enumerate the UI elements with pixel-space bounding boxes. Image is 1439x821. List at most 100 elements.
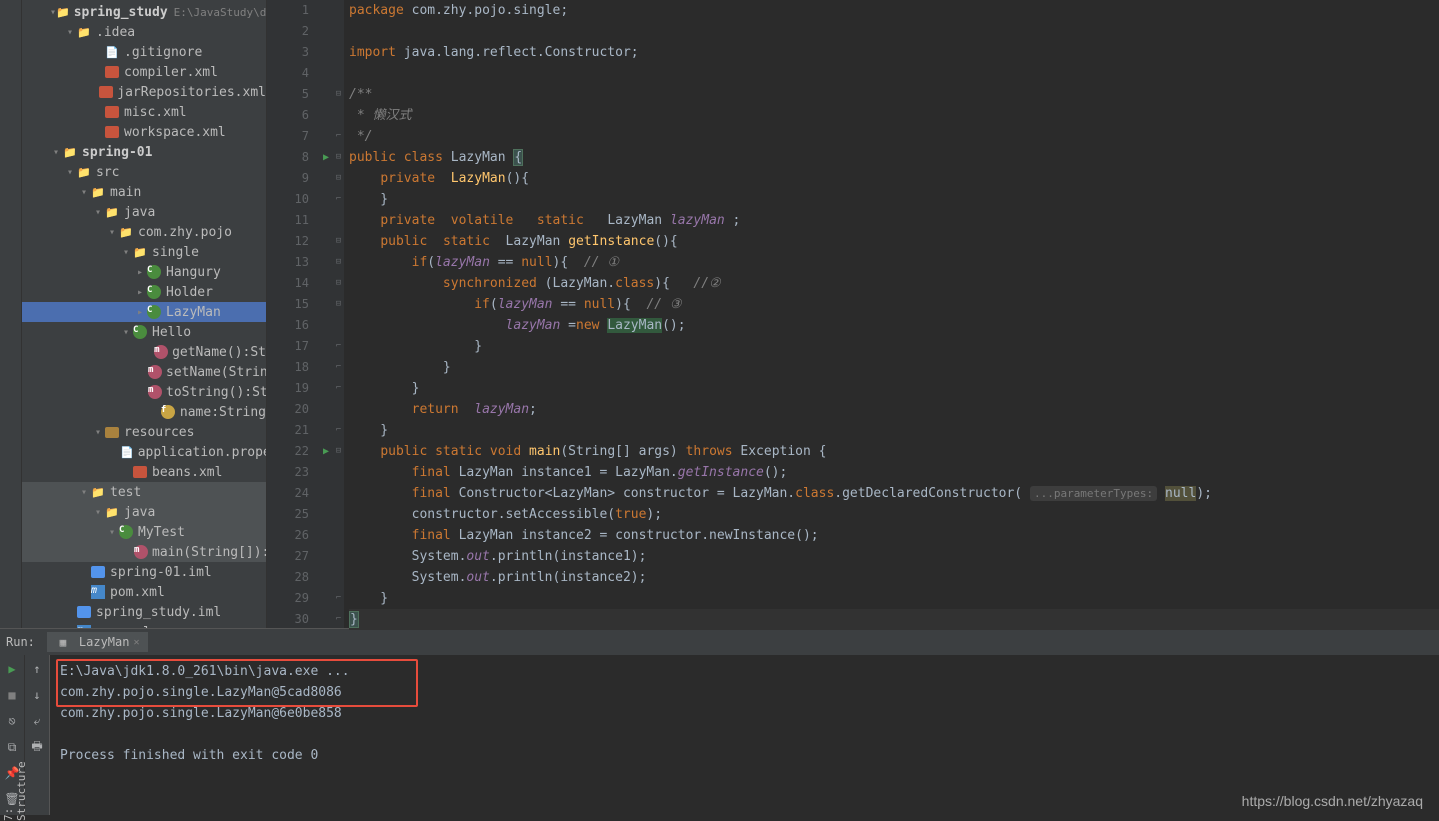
rerun-icon[interactable]: ▶ bbox=[4, 661, 20, 677]
fold-toggle[interactable]: ⌐ bbox=[333, 189, 344, 210]
fold-toggle[interactable]: ⊟ bbox=[333, 147, 344, 168]
fold-toggle[interactable] bbox=[333, 63, 344, 84]
tree-item-lazyman[interactable]: ▸CLazyMan bbox=[22, 302, 266, 322]
code-line[interactable]: import java.lang.reflect.Constructor; bbox=[349, 42, 1439, 63]
line-number[interactable]: 7 bbox=[267, 126, 333, 147]
code-line[interactable]: package com.zhy.pojo.single; bbox=[349, 0, 1439, 21]
code-line[interactable] bbox=[349, 21, 1439, 42]
line-number[interactable]: 13 bbox=[267, 252, 333, 273]
code-line[interactable]: } bbox=[349, 609, 1439, 630]
code-line[interactable]: } bbox=[349, 336, 1439, 357]
code-line[interactable]: final LazyMan instance1 = LazyMan.getIns… bbox=[349, 462, 1439, 483]
tree-item-application-properti[interactable]: 📄application.properti bbox=[22, 442, 266, 462]
code-content[interactable]: package com.zhy.pojo.single; import java.… bbox=[345, 0, 1439, 628]
fold-toggle[interactable]: ⌐ bbox=[333, 126, 344, 147]
line-number[interactable]: 25 bbox=[267, 504, 333, 525]
line-number[interactable]: 6 bbox=[267, 105, 333, 126]
tree-item-tostring---strin[interactable]: mtoString():Strin bbox=[22, 382, 266, 402]
tree-item-compiler-xml[interactable]: compiler.xml bbox=[22, 62, 266, 82]
code-line[interactable]: final Constructor<LazyMan> constructor =… bbox=[349, 483, 1439, 504]
project-panel[interactable]: ▾📁spring_studyE:\JavaStudy\demo\s▾📁.idea… bbox=[22, 0, 267, 628]
tree-item-main-string----vo[interactable]: mmain(String[]):vo bbox=[22, 542, 266, 562]
code-line[interactable]: } bbox=[349, 420, 1439, 441]
code-line[interactable]: return lazyMan; bbox=[349, 399, 1439, 420]
fold-toggle[interactable]: ⌐ bbox=[333, 420, 344, 441]
fold-toggle[interactable] bbox=[333, 315, 344, 336]
fold-toggle[interactable]: ⊟ bbox=[333, 252, 344, 273]
run-tab-lazyman[interactable]: ▦ LazyMan ✕ bbox=[47, 632, 148, 652]
fold-toggle[interactable] bbox=[333, 105, 344, 126]
fold-toggle[interactable] bbox=[333, 462, 344, 483]
line-number[interactable]: 30 bbox=[267, 609, 333, 630]
fold-toggle[interactable] bbox=[333, 567, 344, 588]
tree-item-jarrepositories-xml[interactable]: jarRepositories.xml bbox=[22, 82, 266, 102]
line-number[interactable]: 4 bbox=[267, 63, 333, 84]
console-line[interactable]: Process finished with exit code 0 bbox=[60, 745, 1429, 766]
code-line[interactable]: public static void main(String[] args) t… bbox=[349, 441, 1439, 462]
tree-item-single[interactable]: ▾📁single bbox=[22, 242, 266, 262]
tree-item-mytest[interactable]: ▾CMyTest bbox=[22, 522, 266, 542]
code-line[interactable]: if(lazyMan == null){ // ③ bbox=[349, 294, 1439, 315]
line-number[interactable]: 28 bbox=[267, 567, 333, 588]
line-number[interactable]: 19 bbox=[267, 378, 333, 399]
exit-icon[interactable]: ⎋ bbox=[4, 713, 20, 729]
run-line-icon[interactable]: ▶ bbox=[323, 147, 329, 168]
line-number[interactable]: 1 bbox=[267, 0, 333, 21]
tree-item-spring-study[interactable]: ▾📁spring_studyE:\JavaStudy\demo\s bbox=[22, 2, 266, 22]
code-line[interactable]: System.out.println(instance2); bbox=[349, 567, 1439, 588]
tree-item-java[interactable]: ▾📁java bbox=[22, 202, 266, 222]
line-number[interactable]: 10 bbox=[267, 189, 333, 210]
tree-item-src[interactable]: ▾📁src bbox=[22, 162, 266, 182]
tree-item--idea[interactable]: ▾📁.idea bbox=[22, 22, 266, 42]
line-number[interactable]: 21 bbox=[267, 420, 333, 441]
line-number[interactable]: 22▶ bbox=[267, 441, 333, 462]
code-line[interactable]: synchronized (LazyMan.class){ //② bbox=[349, 273, 1439, 294]
line-number[interactable]: 14 bbox=[267, 273, 333, 294]
tree-item-pom-xml[interactable]: mpom.xml bbox=[22, 622, 266, 628]
line-number[interactable]: 11 bbox=[267, 210, 333, 231]
tree-item-setname-strin[interactable]: msetName(Strin bbox=[22, 362, 266, 382]
code-line[interactable]: } bbox=[349, 588, 1439, 609]
line-number-gutter[interactable]: 12345678▶910111213141516171819202122▶232… bbox=[267, 0, 333, 628]
fold-toggle[interactable]: ⊟ bbox=[333, 231, 344, 252]
code-line[interactable]: public static LazyMan getInstance(){ bbox=[349, 231, 1439, 252]
tree-item-main[interactable]: ▾📁main bbox=[22, 182, 266, 202]
fold-toggle[interactable]: ⊟ bbox=[333, 84, 344, 105]
fold-toggle[interactable]: ⌐ bbox=[333, 357, 344, 378]
tree-item-java[interactable]: ▾📁java bbox=[22, 502, 266, 522]
console-line[interactable]: com.zhy.pojo.single.LazyMan@6e0be858 bbox=[60, 703, 1429, 724]
line-number[interactable]: 2 bbox=[267, 21, 333, 42]
fold-toggle[interactable]: ⌐ bbox=[333, 609, 344, 630]
line-number[interactable]: 17 bbox=[267, 336, 333, 357]
fold-toggle[interactable]: ⌐ bbox=[333, 336, 344, 357]
code-line[interactable]: private LazyMan(){ bbox=[349, 168, 1439, 189]
tree-item-com-zhy-pojo[interactable]: ▾📁com.zhy.pojo bbox=[22, 222, 266, 242]
line-number[interactable]: 23 bbox=[267, 462, 333, 483]
fold-toggle[interactable] bbox=[333, 210, 344, 231]
print-icon[interactable]: 🖶 bbox=[29, 739, 45, 755]
code-line[interactable]: System.out.println(instance1); bbox=[349, 546, 1439, 567]
line-number[interactable]: 26 bbox=[267, 525, 333, 546]
code-line[interactable]: } bbox=[349, 357, 1439, 378]
code-line[interactable]: private volatile static LazyMan lazyMan … bbox=[349, 210, 1439, 231]
fold-toggle[interactable] bbox=[333, 504, 344, 525]
line-number[interactable]: 5 bbox=[267, 84, 333, 105]
line-number[interactable]: 18 bbox=[267, 357, 333, 378]
tree-item-beans-xml[interactable]: beans.xml bbox=[22, 462, 266, 482]
fold-toggle[interactable] bbox=[333, 525, 344, 546]
close-icon[interactable]: ✕ bbox=[133, 637, 139, 648]
fold-toggle[interactable]: ⊟ bbox=[333, 441, 344, 462]
fold-gutter[interactable]: ⊟⌐⊟⊟⌐⊟⊟⊟⊟⌐⌐⌐⌐⊟⌐⌐ bbox=[333, 0, 345, 628]
project-tree[interactable]: ▾📁spring_studyE:\JavaStudy\demo\s▾📁.idea… bbox=[22, 0, 266, 628]
fold-toggle[interactable] bbox=[333, 0, 344, 21]
down-icon[interactable]: ↓ bbox=[29, 687, 45, 703]
code-line[interactable]: /** bbox=[349, 84, 1439, 105]
code-line[interactable]: final LazyMan instance2 = constructor.ne… bbox=[349, 525, 1439, 546]
fold-toggle[interactable]: ⌐ bbox=[333, 378, 344, 399]
fold-toggle[interactable] bbox=[333, 399, 344, 420]
stop-icon[interactable]: ■ bbox=[4, 687, 20, 703]
code-line[interactable]: constructor.setAccessible(true); bbox=[349, 504, 1439, 525]
code-line[interactable]: } bbox=[349, 189, 1439, 210]
tree-item-getname---st[interactable]: mgetName():St bbox=[22, 342, 266, 362]
code-line[interactable]: if(lazyMan == null){ // ① bbox=[349, 252, 1439, 273]
